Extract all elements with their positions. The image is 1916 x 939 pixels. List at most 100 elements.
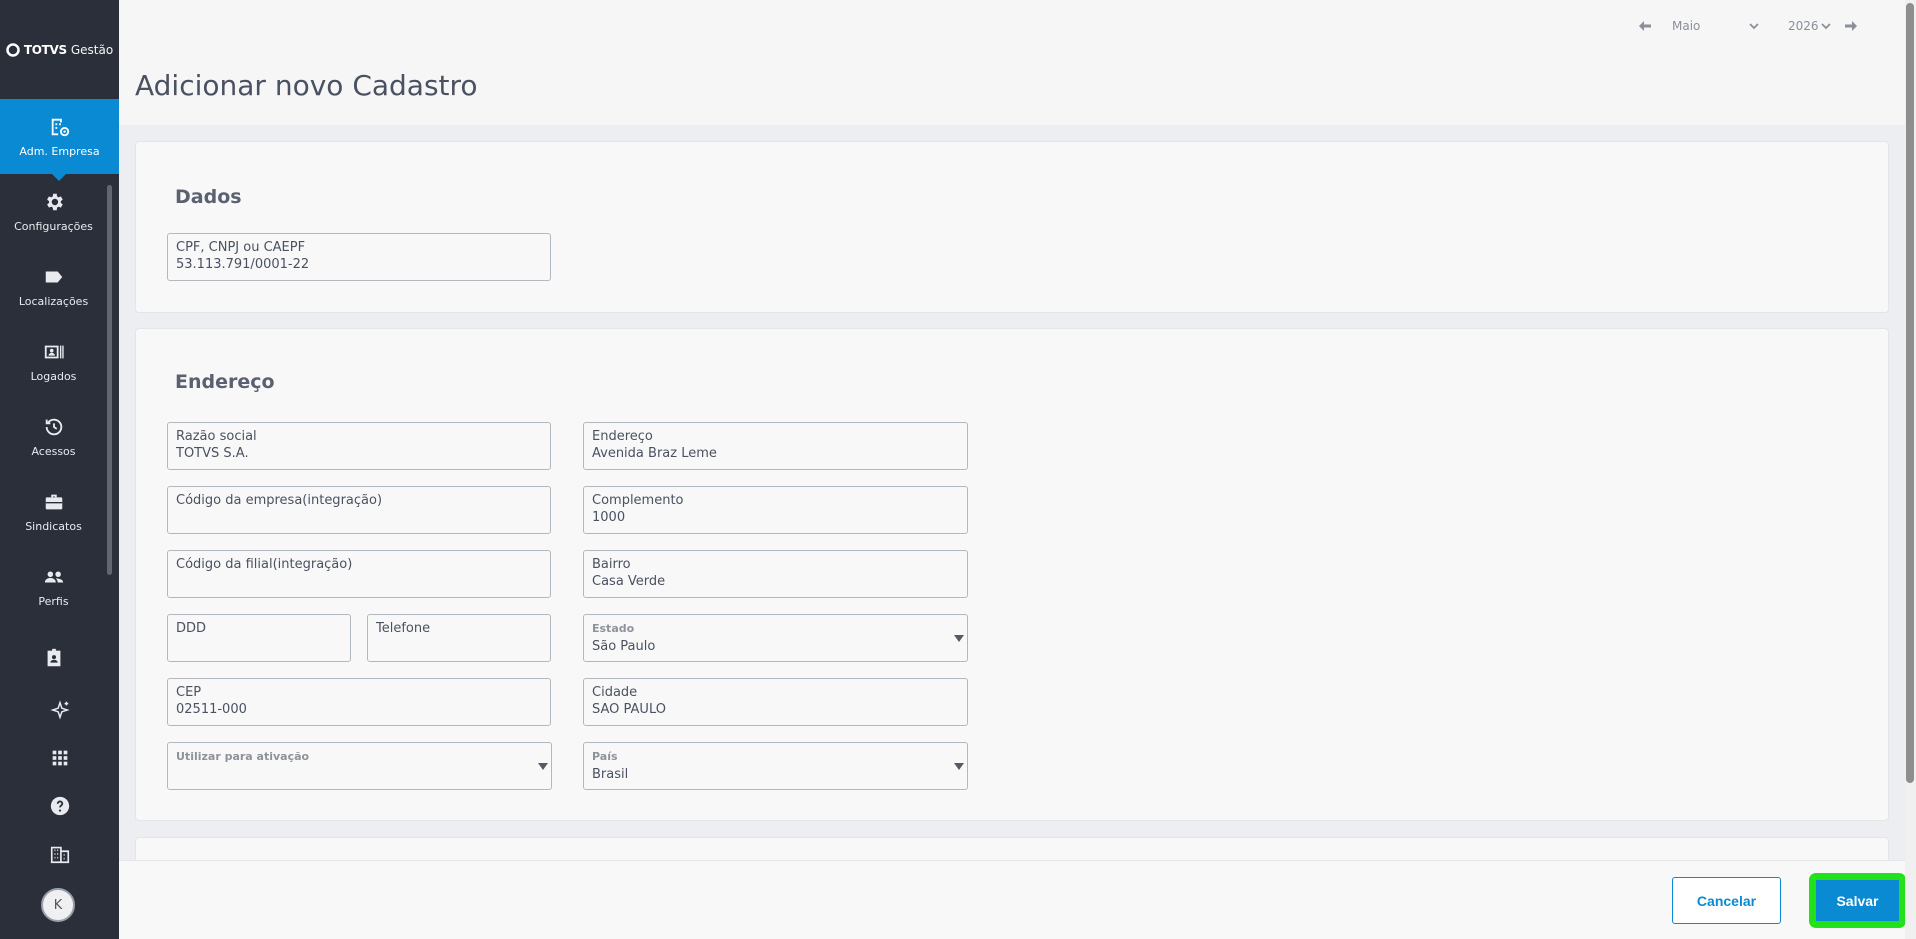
apps-button[interactable] (0, 734, 119, 782)
document-field[interactable]: CPF, CNPJ ou CAEPF 53.113.791/0001-22 (167, 233, 551, 281)
dados-title: Dados (175, 186, 242, 208)
pais-label: País (592, 750, 618, 763)
sidebar-item-label: Logados (30, 369, 77, 383)
estado-select[interactable]: Estado São Paulo (583, 614, 968, 662)
estado-label: Estado (592, 622, 635, 635)
telefone-label: Telefone (376, 621, 431, 636)
gear-icon (46, 193, 63, 210)
history-icon (45, 418, 62, 435)
company-admin-icon (51, 118, 69, 136)
sidebar-item-label: Localizações (18, 294, 89, 308)
sidebar-bottom (0, 686, 119, 878)
avatar[interactable]: K (41, 888, 75, 922)
cep-label: CEP (176, 685, 202, 700)
id-card-icon (44, 345, 64, 358)
cep-value: 02511-000 (176, 702, 247, 717)
sidebar-nav: Adm. Empresa Configurações Localizações … (0, 99, 119, 674)
briefcase-icon (45, 494, 62, 509)
page-scrollbar[interactable] (1906, 3, 1914, 783)
people-icon (44, 571, 63, 582)
sidebar-item-label: Acessos (31, 444, 76, 458)
complemento-field[interactable]: Complemento 1000 (583, 486, 968, 534)
footer-bar (119, 860, 1905, 939)
endereco-card: Endereço Razão social TOTVS S.A. Código … (135, 328, 1889, 821)
sidebar-item-perfis[interactable]: Perfis (0, 549, 107, 624)
document-label: CPF, CNPJ ou CAEPF (176, 240, 306, 255)
next-month-button[interactable] (1842, 17, 1860, 35)
sidebar-item-adm-empresa[interactable]: Adm. Empresa (0, 99, 119, 181)
avatar-initial: K (53, 897, 63, 913)
cep-field[interactable]: CEP 02511-000 (167, 678, 551, 726)
codigo-filial-label: Código da filial(integração) (176, 557, 353, 572)
brand-logo[interactable]: TOTVS Gestão (0, 0, 119, 99)
sidebar-item-sindicatos[interactable]: Sindicatos (0, 474, 107, 549)
sidebar-item-badge[interactable] (0, 624, 107, 674)
caret-down-icon (954, 763, 964, 770)
ativacao-label: Utilizar para ativação (176, 750, 310, 763)
logo-mark: TOTVS (23, 42, 67, 57)
cidade-field[interactable]: Cidade SAO PAULO (583, 678, 968, 726)
endereco-title: Endereço (175, 371, 275, 393)
company-button[interactable] (0, 830, 119, 878)
previous-month-button[interactable] (1636, 17, 1654, 35)
sparkle-icon (49, 700, 70, 720)
year-value: 2026 (1788, 19, 1819, 33)
ddd-label: DDD (176, 621, 207, 636)
endereco-label: Endereço (592, 429, 653, 444)
ddd-field[interactable]: DDD (167, 614, 351, 662)
endereco-field[interactable]: Endereço Avenida Braz Leme (583, 422, 968, 470)
sparkle-button[interactable] (0, 686, 119, 734)
save-button[interactable]: Salvar (1809, 873, 1906, 928)
sidebar-item-configuracoes[interactable]: Configurações (0, 174, 107, 249)
sidebar-item-label: Perfis (38, 594, 69, 608)
razao-social-label: Razão social (176, 429, 257, 444)
caret-down-icon (538, 763, 548, 770)
sidebar: TOTVS Gestão Adm. Empresa Configurações … (0, 0, 119, 939)
cidade-value: SAO PAULO (592, 702, 666, 717)
bairro-value: Casa Verde (592, 574, 666, 589)
bairro-label: Bairro (592, 557, 631, 572)
endereco-value: Avenida Braz Leme (592, 446, 717, 461)
page-title: Adicionar novo Cadastro (135, 69, 478, 102)
pais-value: Brasil (592, 767, 629, 782)
tag-icon (45, 271, 62, 282)
badge-icon (47, 648, 60, 667)
cancel-button[interactable]: Cancelar (1672, 877, 1781, 924)
arrow-left-icon (1639, 21, 1651, 31)
estado-value: São Paulo (592, 639, 656, 654)
sidebar-item-logados[interactable]: Logados (0, 324, 107, 399)
pais-select[interactable]: País Brasil (583, 742, 968, 790)
razao-social-value: TOTVS S.A. (176, 446, 249, 461)
sidebar-item-acessos[interactable]: Acessos (0, 399, 107, 474)
codigo-empresa-label: Código da empresa(integração) (176, 493, 383, 508)
logo-sub: Gestão (70, 42, 114, 57)
month-value: Maio (1672, 19, 1701, 33)
month-select[interactable]: Maio (1668, 14, 1764, 38)
year-select[interactable]: 2026 (1784, 14, 1836, 38)
razao-social-field[interactable]: Razão social TOTVS S.A. (167, 422, 551, 470)
building-icon (50, 846, 69, 864)
document-value: 53.113.791/0001-22 (176, 257, 310, 272)
complemento-value: 1000 (592, 510, 626, 525)
date-navigator: Maio 2026 (1636, 14, 1860, 38)
cidade-label: Cidade (592, 685, 638, 700)
apps-grid-icon (52, 750, 67, 766)
arrow-right-icon (1845, 21, 1857, 31)
sidebar-item-label: Configurações (14, 219, 93, 233)
codigo-empresa-field[interactable]: Código da empresa(integração) (167, 486, 551, 534)
bairro-field[interactable]: Bairro Casa Verde (583, 550, 968, 598)
sidebar-item-label: Adm. Empresa (19, 144, 100, 158)
help-button[interactable] (0, 782, 119, 830)
ativacao-select[interactable]: Utilizar para ativação (167, 742, 552, 790)
codigo-filial-field[interactable]: Código da filial(integração) (167, 550, 551, 598)
sidebar-item-localizacoes[interactable]: Localizações (0, 249, 107, 324)
caret-down-icon (954, 635, 964, 642)
sidebar-scrollbar[interactable] (107, 185, 112, 575)
chevron-down-icon (1749, 23, 1759, 30)
help-icon (50, 796, 69, 816)
chevron-down-icon (1821, 23, 1831, 30)
totvs-logo-icon (6, 42, 20, 57)
telefone-field[interactable]: Telefone (367, 614, 551, 662)
sidebar-item-label: Sindicatos (25, 519, 82, 533)
dados-card: Dados CPF, CNPJ ou CAEPF 53.113.791/0001… (135, 141, 1889, 313)
